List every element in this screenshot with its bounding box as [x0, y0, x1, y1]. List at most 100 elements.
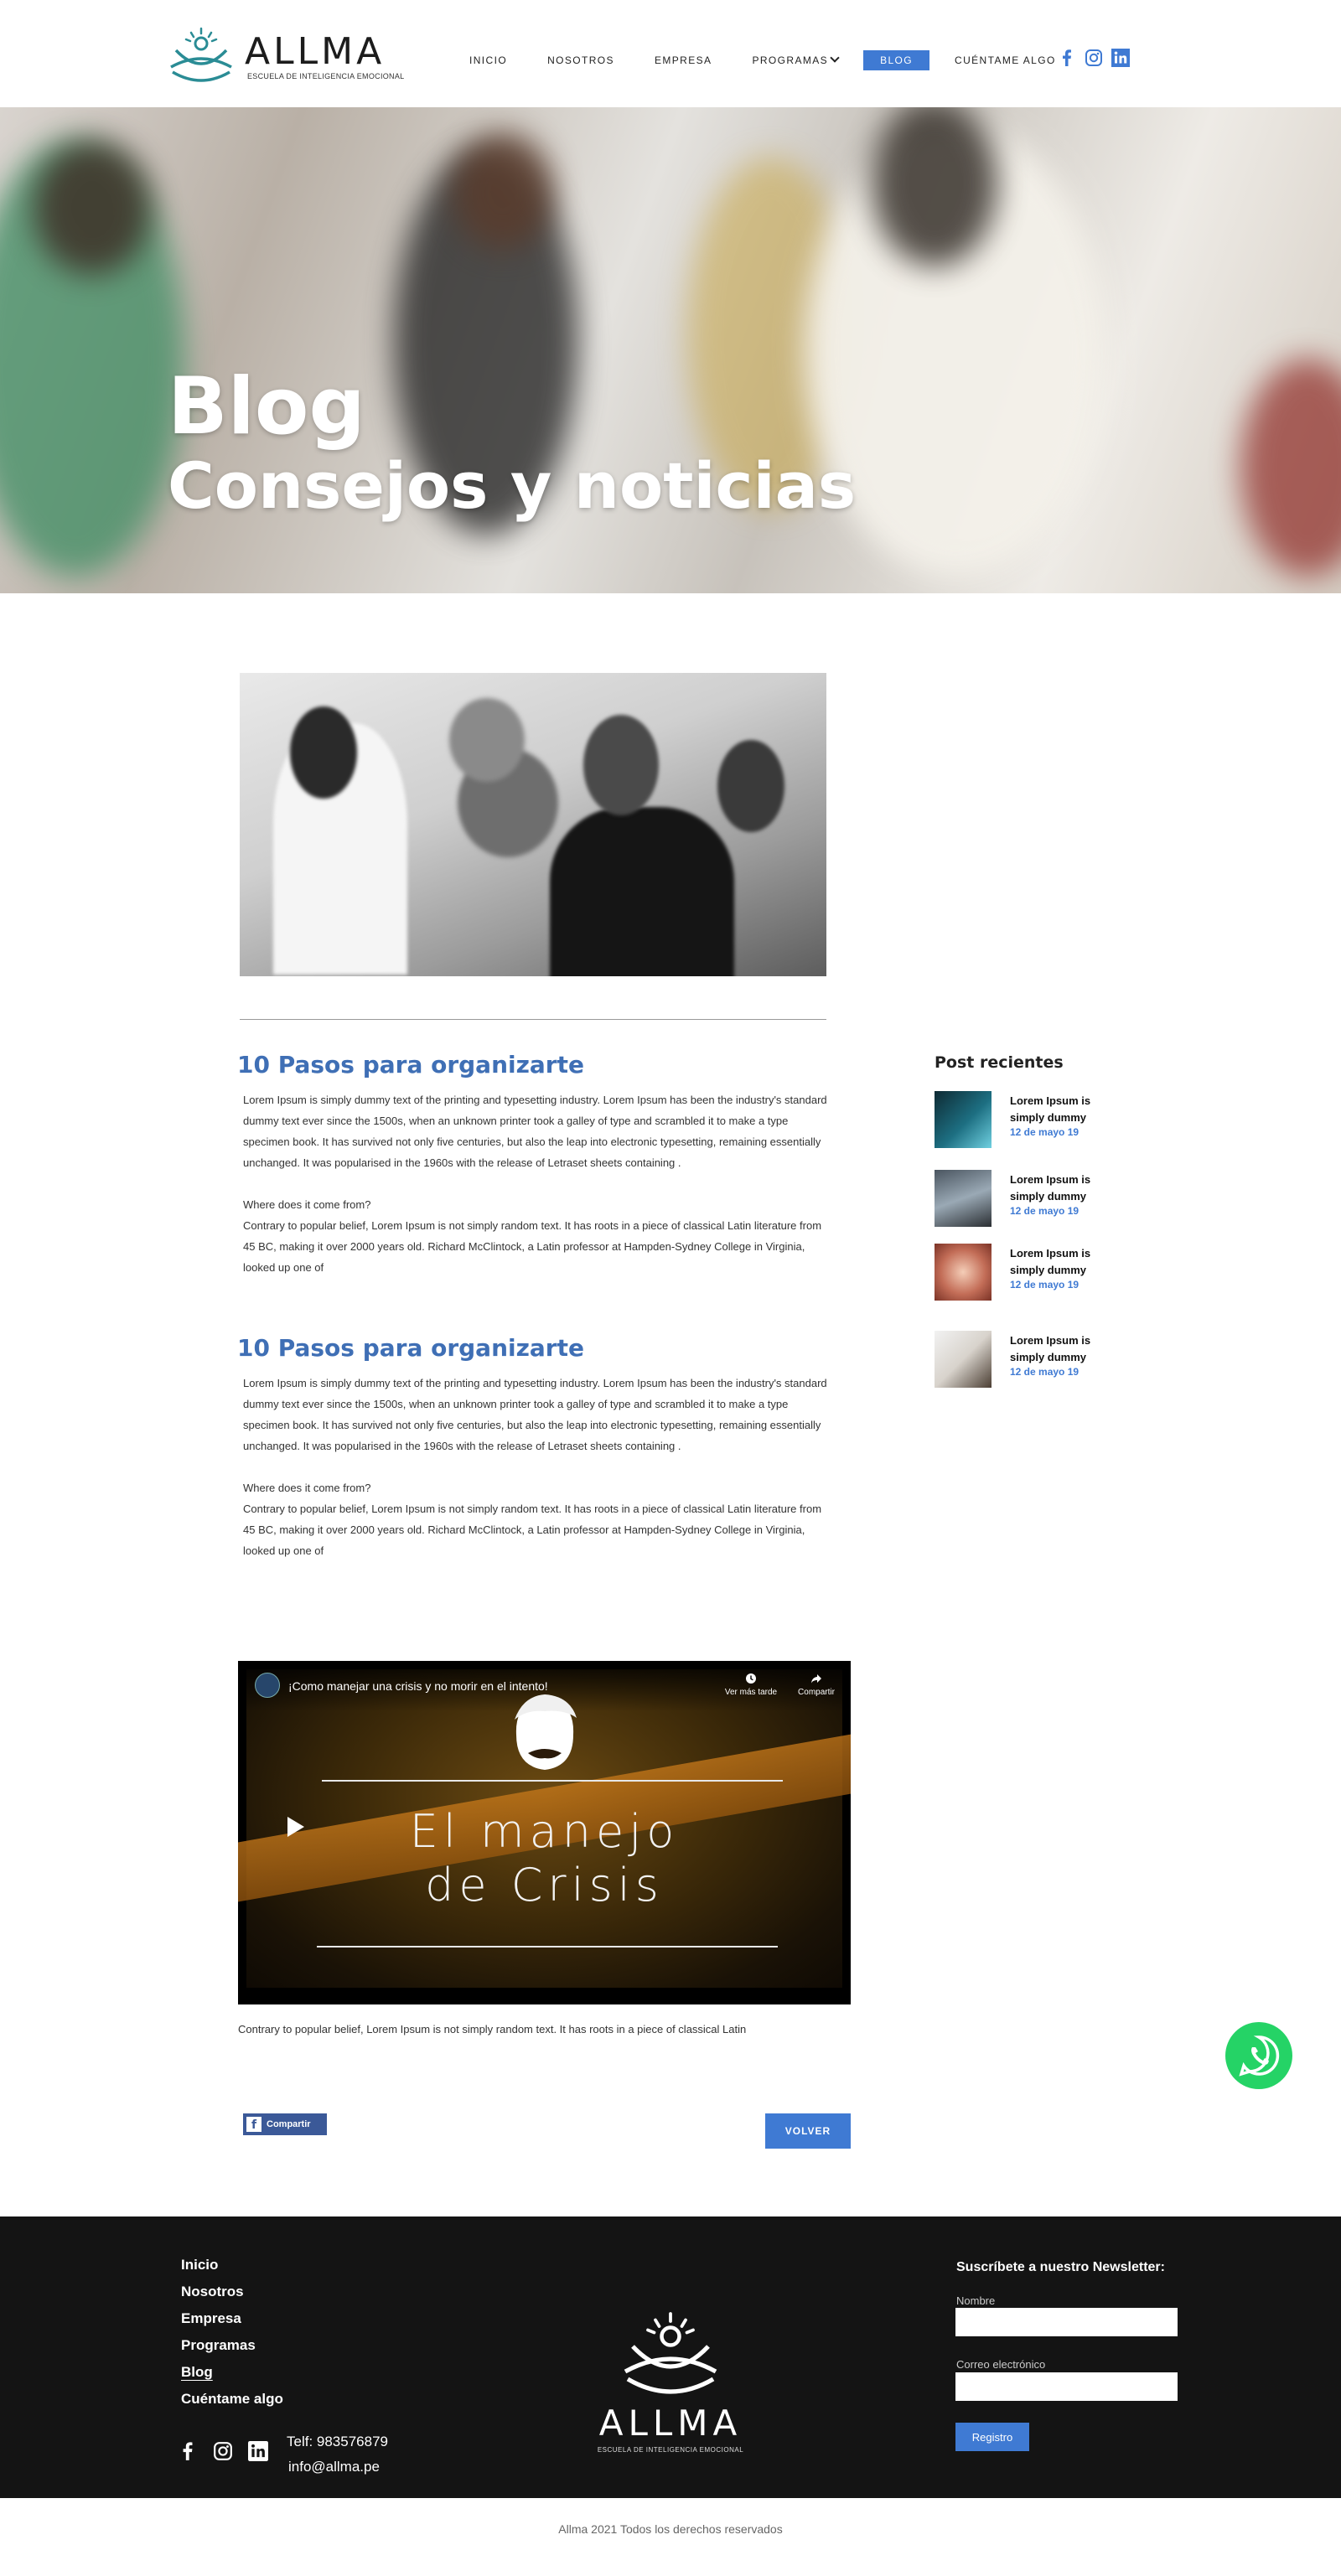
recent-post-item[interactable]: Lorem Ipsum is simply dummy 12 de mayo 1… — [935, 1170, 1136, 1229]
back-button[interactable]: VOLVER — [765, 2113, 851, 2149]
footer-nav: Inicio Nosotros Empresa Programas Blog C… — [181, 2252, 283, 2413]
share-label: Compartir — [267, 2119, 311, 2129]
photo-shape — [550, 807, 734, 976]
post-paragraph-text: Contrary to popular belief, Lorem Ipsum … — [243, 1219, 822, 1274]
watch-later-label: Ver más tarde — [724, 1688, 778, 1697]
whatsapp-icon — [1239, 2035, 1280, 2077]
linkedin-icon[interactable] — [248, 2441, 268, 2461]
footer-logo[interactable]: ALLMA ESCUELA DE INTELIGENCIA EMOCIONAL — [587, 2309, 754, 2460]
watch-later-button[interactable]: Ver más tarde — [717, 1673, 784, 1697]
post-paragraph: Where does it come from? Contrary to popu… — [243, 1477, 830, 1561]
recent-post-thumbnail[interactable] — [935, 1170, 992, 1227]
video-embed[interactable]: ¡Como manejar una crisis y no morir en e… — [238, 1661, 851, 2004]
facebook-icon[interactable] — [178, 2441, 198, 2461]
divider — [240, 1019, 826, 1020]
nav-blog[interactable]: BLOG — [863, 50, 930, 70]
video-share-button[interactable]: Compartir — [783, 1673, 850, 1697]
post-subheading: Where does it come from? — [243, 1482, 371, 1494]
photo-shape — [583, 715, 659, 815]
newsletter-title: Suscríbete a nuestro Newsletter: — [956, 2260, 1165, 2274]
channel-avatar[interactable] — [255, 1673, 280, 1698]
photo-shape — [290, 706, 357, 799]
facebook-icon: f — [246, 2117, 261, 2132]
video-caption: Contrary to popular belief, Lorem Ipsum … — [238, 2023, 747, 2035]
recent-post-date: 12 de mayo 19 — [1010, 1279, 1080, 1291]
email-label: Correo electrónico — [956, 2358, 1046, 2371]
footer-contact: Telf: 983576879 info@allma.pe — [287, 2429, 388, 2480]
chevron-down-icon — [830, 53, 840, 63]
photo-shape — [449, 698, 525, 782]
lotus-logo-icon — [170, 27, 232, 82]
nav-programas[interactable]: PROGRAMAS — [752, 53, 840, 66]
footer-link-empresa[interactable]: Empresa — [181, 2305, 283, 2332]
newsletter-email-input[interactable] — [955, 2372, 1178, 2401]
play-icon[interactable] — [287, 1817, 304, 1837]
footer-link-cuentame-algo[interactable]: Cuéntame algo — [181, 2386, 283, 2413]
video-headline-line2: de Crisis — [425, 1859, 664, 1911]
post-subheading: Where does it come from? — [243, 1198, 371, 1211]
recent-post-date: 12 de mayo 19 — [1010, 1126, 1080, 1138]
share-arrow-icon — [811, 1674, 821, 1684]
recent-post-item[interactable]: Lorem Ipsum is simply dummy 12 de mayo 1… — [935, 1244, 1136, 1302]
footer-email[interactable]: info@allma.pe — [287, 2454, 388, 2480]
video-title[interactable]: ¡Como manejar una crisis y no morir en e… — [288, 1679, 548, 1693]
newsletter-name-input[interactable] — [955, 2308, 1178, 2336]
logo-tagline: ESCUELA DE INTELIGENCIA EMOCIONAL — [247, 72, 405, 80]
footer-logo-wordmark: ALLMA — [598, 2403, 743, 2444]
nav-inicio[interactable]: INICIO — [469, 54, 507, 66]
recent-post-title[interactable]: Lorem Ipsum is simply dummy — [1010, 1332, 1127, 1366]
site-footer: Inicio Nosotros Empresa Programas Blog C… — [0, 2216, 1341, 2498]
hero-subtitle: Consejos y noticias — [168, 448, 857, 523]
lotus-logo-icon — [624, 2312, 717, 2394]
linkedin-icon[interactable] — [1111, 49, 1130, 67]
facebook-share-button[interactable]: f Compartir — [243, 2113, 327, 2135]
post-paragraph: Lorem Ipsum is simply dummy text of the … — [243, 1377, 827, 1452]
facebook-icon[interactable] — [1058, 49, 1076, 67]
nav-cuentame-algo[interactable]: CUÉNTAME ALGO — [955, 54, 1056, 66]
recent-post-thumbnail[interactable] — [935, 1091, 992, 1148]
recent-post-thumbnail[interactable] — [935, 1331, 992, 1388]
footer-link-programas[interactable]: Programas — [181, 2332, 283, 2359]
footer-link-blog[interactable]: Blog — [181, 2359, 283, 2386]
hero-photo-shape — [453, 132, 553, 250]
post-paragraph: Where does it come from? Contrary to popu… — [243, 1194, 830, 1278]
nav-empresa[interactable]: EMPRESA — [655, 54, 712, 66]
video-share-label: Compartir — [798, 1688, 835, 1697]
recent-post-thumbnail[interactable] — [935, 1244, 992, 1301]
recent-post-title[interactable]: Lorem Ipsum is simply dummy — [1010, 1093, 1127, 1126]
recent-post-item[interactable]: Lorem Ipsum is simply dummy 12 de mayo 1… — [935, 1331, 1136, 1389]
recent-post-item[interactable]: Lorem Ipsum is simply dummy 12 de mayo 1… — [935, 1091, 1136, 1150]
video-headline-line1: El manejo — [409, 1805, 680, 1858]
recent-post-date: 12 de mayo 19 — [1010, 1205, 1080, 1217]
logo-wordmark: ALLMA — [245, 30, 386, 73]
post-paragraph: Lorem Ipsum is simply dummy text of the … — [243, 1094, 827, 1169]
footer-phone: Telf: 983576879 — [287, 2434, 388, 2449]
title-rule — [317, 1946, 778, 1948]
nav-nosotros[interactable]: NOSOTROS — [547, 54, 614, 66]
clock-icon — [746, 1673, 756, 1684]
post-body: Lorem Ipsum is simply dummy text of the … — [243, 1089, 830, 1278]
instagram-icon[interactable] — [213, 2441, 233, 2461]
name-label: Nombre — [956, 2294, 996, 2307]
footer-link-inicio[interactable]: Inicio — [181, 2252, 283, 2279]
copyright-text: Allma 2021 Todos los derechos reservados — [558, 2522, 783, 2536]
instagram-icon[interactable] — [1085, 49, 1103, 67]
post-title: 10 Pasos para organizarte — [237, 1051, 584, 1079]
newsletter-submit-button[interactable]: Registro — [955, 2423, 1029, 2451]
site-header: ALLMA ESCUELA DE INTELIGENCIA EMOCIONAL … — [0, 0, 1341, 107]
featured-image — [240, 673, 826, 976]
footer-social-links — [178, 2441, 268, 2461]
hero-photo-shape — [34, 141, 151, 275]
footer-link-nosotros[interactable]: Nosotros — [181, 2279, 283, 2305]
main-nav: INICIO NOSOTROS EMPRESA PROGRAMAS BLOG C… — [469, 50, 1096, 70]
footer-logo-tagline: ESCUELA DE INTELIGENCIA EMOCIONAL — [597, 2446, 744, 2454]
recent-post-date: 12 de mayo 19 — [1010, 1366, 1080, 1378]
recent-post-title[interactable]: Lorem Ipsum is simply dummy — [1010, 1245, 1127, 1279]
nav-programas-label: PROGRAMAS — [752, 54, 829, 66]
site-logo[interactable]: ALLMA ESCUELA DE INTELIGENCIA EMOCIONAL — [168, 25, 404, 82]
post-title: 10 Pasos para organizarte — [237, 1334, 584, 1362]
recent-post-title[interactable]: Lorem Ipsum is simply dummy — [1010, 1172, 1127, 1205]
hero-title: Blog — [168, 361, 365, 453]
photo-shape — [717, 740, 784, 832]
whatsapp-chat-button[interactable] — [1225, 2022, 1292, 2089]
